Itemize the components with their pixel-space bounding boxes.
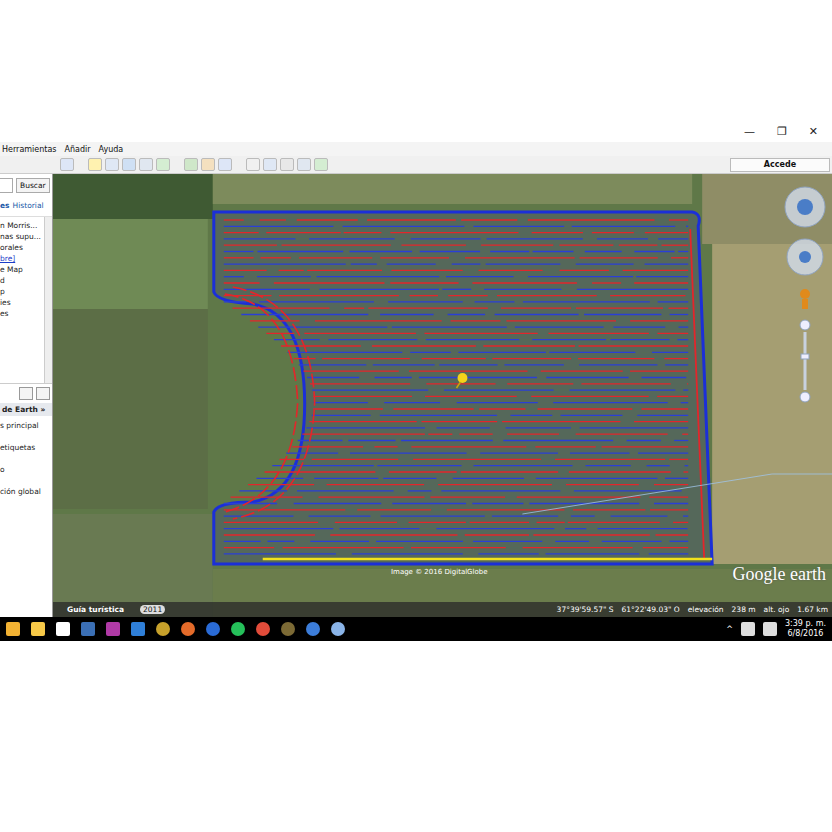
menu-bar: Herramientas Añadir Ayuda [0,142,832,156]
app-icon[interactable] [6,622,20,636]
app-icon[interactable] [306,622,320,636]
google-earth-logo: Google earth [733,564,826,585]
place-item[interactable]: ies [0,298,44,307]
pin-icon[interactable] [456,373,467,388]
app-icon[interactable] [206,622,220,636]
scrollbar[interactable] [44,217,52,383]
app-icon[interactable] [231,622,245,636]
place-item[interactable]: orales [0,243,44,252]
tool-icon[interactable] [88,158,102,171]
tab[interactable]: Historial [13,201,44,210]
menu-item[interactable]: Añadir [65,145,91,154]
places-panel: n Morris... nas supu... orales bre] e Map dpi… [0,217,52,384]
tool-icon[interactable] [218,158,232,171]
search-button[interactable]: Buscar [16,178,50,193]
tool-icon[interactable] [297,158,311,171]
app-icon[interactable] [131,622,145,636]
eye-altitude-label: alt. ojo [764,605,790,614]
taskbar: ^ 3:39 p. m.6/8/2016 [0,617,832,641]
account-button[interactable]: Accede [730,158,830,172]
longitude: 61°22'49.03" O [622,605,680,614]
tab[interactable]: es [0,201,10,210]
tool-icon[interactable] [280,158,294,171]
toolbar: Accede [0,156,832,174]
eye-altitude: 1.67 km [797,605,828,614]
tool-icon[interactable] [314,158,328,171]
layer-item[interactable]: ción global [0,487,52,496]
app-icon[interactable] [81,622,95,636]
tray-arrow[interactable]: ^ [726,625,733,634]
layers-header[interactable]: de Earth » [0,403,52,416]
navigation-icon[interactable] [782,182,828,412]
clock[interactable]: 3:39 p. m.6/8/2016 [785,619,826,639]
network-icon[interactable] [741,622,755,636]
app-icon[interactable] [106,622,120,636]
folder-icon[interactable] [36,387,50,400]
history-year[interactable]: 2011 [140,605,165,614]
map-view[interactable]: Image © 2016 DigitalGlobe Google earth Guí… [53,174,832,617]
tool-icon[interactable] [263,158,277,171]
window-control[interactable]: ✕ [809,125,818,138]
sidebar: BuscaresHistorialn Morris...nas supu...o… [0,174,53,617]
tool-icon[interactable] [201,158,215,171]
volume-icon[interactable] [763,622,777,636]
satellite-image [53,174,832,617]
tour-button[interactable]: Guía turística [57,605,134,614]
tabs: esHistorial [0,197,52,217]
app-icon[interactable] [181,622,195,636]
field-boundary [214,212,712,564]
place-item[interactable]: n Morris... [0,221,44,230]
tool-icon[interactable] [156,158,170,171]
app-icon[interactable] [256,622,270,636]
image-credit: Image © 2016 DigitalGlobe [391,568,488,576]
latitude: 37°39'59.57" S [557,605,614,614]
menu-item[interactable]: Ayuda [99,145,124,154]
window-control[interactable]: — [744,125,755,138]
app-icon[interactable] [56,622,70,636]
system-tray: ^ 3:39 p. m.6/8/2016 [726,619,826,639]
add-icon[interactable] [19,387,33,400]
yellow-track [263,558,712,561]
place-item[interactable]: p [0,287,44,296]
tool-icon[interactable] [139,158,153,171]
elevation-label: elevación [688,605,724,614]
pass-lines [224,220,688,554]
search-field[interactable] [0,178,13,193]
tool-icon[interactable] [122,158,136,171]
layer-item[interactable]: o [0,465,52,474]
place-item[interactable]: e Map [0,265,44,274]
place-item[interactable]: d [0,276,44,285]
place-item[interactable]: nas supu... [0,232,44,241]
status-bar: Guía turística 2011 37°39'59.57" S 61°22'49… [53,602,832,617]
layer-item[interactable]: s principal [0,421,52,430]
title-bar: — ❐ ✕ [0,120,832,142]
menu-item[interactable]: Herramientas [2,145,57,154]
tool-icon[interactable] [184,158,198,171]
tool-icon[interactable] [246,158,260,171]
screen: — ❐ ✕ Herramientas Añadir Ayuda Accede Buscar es… [0,0,832,832]
app-icon[interactable] [281,622,295,636]
layer-item[interactable]: etiquetas [0,443,52,452]
tool-icon[interactable] [60,158,74,171]
app-icon[interactable] [31,622,45,636]
app-icon[interactable] [331,622,345,636]
app-icon[interactable] [156,622,170,636]
elevation: 238 m [732,605,756,614]
window-control[interactable]: ❐ [777,125,787,138]
place-item[interactable]: bre] [0,254,44,263]
tool-icon[interactable] [105,158,119,171]
place-item[interactable]: es [0,309,44,318]
